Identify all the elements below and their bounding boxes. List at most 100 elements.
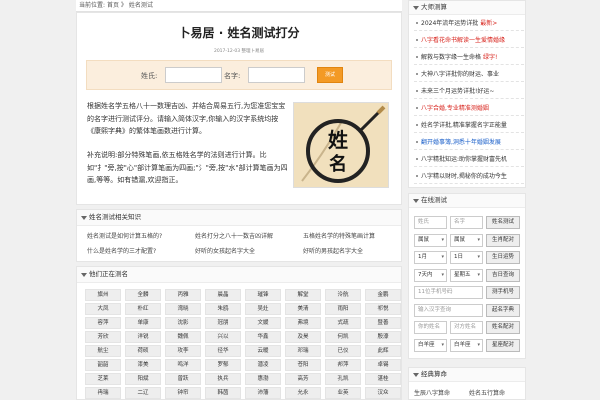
name-chip[interactable]: 芝莱 bbox=[85, 373, 121, 385]
name-chip[interactable]: 允永 bbox=[285, 387, 321, 399]
master-reading-item[interactable]: 未来三个月运势详批!好运~ bbox=[414, 85, 524, 99]
name-chip[interactable]: 全麟 bbox=[125, 289, 161, 301]
name-chip[interactable]: 苍阳 bbox=[285, 359, 321, 371]
master-reading-item[interactable]: 八字看花命书解读一生爱情婚缘 bbox=[414, 34, 524, 48]
tool-input[interactable]: 姓氏 bbox=[414, 216, 447, 229]
related-link[interactable]: 什么是姓名学的三才配置? bbox=[87, 246, 156, 255]
tool-button[interactable]: 测手机号 bbox=[486, 286, 520, 299]
name-chip[interactable]: 邦萍 bbox=[325, 359, 361, 371]
related-link[interactable]: 姓名打分之八十一数吉凶详解 bbox=[195, 231, 273, 240]
name-chip[interactable]: 航尘 bbox=[85, 345, 121, 357]
name-chip[interactable]: 璀锋 bbox=[245, 289, 281, 301]
tool-select[interactable]: 星期五 bbox=[450, 268, 483, 282]
related-link[interactable]: 好听的女孩起名字大全 bbox=[195, 246, 255, 255]
name-chip[interactable]: 容萍 bbox=[85, 317, 121, 329]
name-chip[interactable]: 旗州 bbox=[85, 289, 121, 301]
name-chip[interactable]: 洋锐 bbox=[125, 331, 161, 343]
name-chip[interactable]: 漆美 bbox=[125, 359, 161, 371]
name-chip[interactable]: 泠航 bbox=[325, 289, 361, 301]
name-chip[interactable]: 及昊 bbox=[285, 331, 321, 343]
name-chip[interactable]: 美清 bbox=[285, 303, 321, 315]
master-reading-item[interactable]: 姓名学详批,精准掌握名字正能量 bbox=[414, 119, 524, 133]
name-chip[interactable]: 径华 bbox=[205, 345, 241, 357]
name-chip[interactable]: 冉瑞 bbox=[85, 387, 121, 399]
name-chip[interactable]: 朱鸥 bbox=[205, 303, 241, 315]
tool-button[interactable]: 星座配对 bbox=[486, 338, 520, 352]
name-chip[interactable]: 丙雅 bbox=[165, 289, 201, 301]
tool-button[interactable]: 吉日查询 bbox=[486, 268, 520, 282]
tool-input[interactable]: 对方姓名 bbox=[450, 321, 483, 334]
breadcrumb-home-link[interactable]: 首页 bbox=[107, 2, 119, 9]
tool-select[interactable]: 1月 bbox=[414, 251, 447, 264]
tool-select[interactable]: 属鼠 bbox=[450, 233, 483, 247]
name-chip[interactable]: 湛桂 bbox=[365, 373, 401, 385]
name-chip[interactable]: 阳斌 bbox=[125, 373, 161, 385]
tool-select[interactable]: 7天内 bbox=[414, 268, 447, 282]
name-chip[interactable]: 罗郁 bbox=[205, 359, 241, 371]
name-chip[interactable]: 潜凌 bbox=[245, 359, 281, 371]
name-chip[interactable]: 沛藩 bbox=[245, 387, 281, 399]
name-chip[interactable]: 朴红 bbox=[125, 303, 161, 315]
tool-button[interactable]: 起名字典 bbox=[486, 303, 520, 317]
name-chip[interactable]: 文媛 bbox=[245, 317, 281, 329]
tool-select[interactable]: 白羊座 bbox=[450, 338, 483, 352]
name-chip[interactable]: 鸣洋 bbox=[165, 359, 201, 371]
name-chip[interactable]: 暨善 bbox=[365, 317, 401, 329]
name-chip[interactable]: 吴灶 bbox=[245, 303, 281, 315]
tool-button[interactable]: 生日运势 bbox=[486, 251, 520, 264]
tool-input[interactable]: 你的姓名 bbox=[414, 321, 447, 334]
name-chip[interactable]: 式疏 bbox=[325, 317, 361, 329]
name-chip[interactable]: 高芳 bbox=[285, 373, 321, 385]
name-chip[interactable]: 钟帘 bbox=[165, 387, 201, 399]
name-chip[interactable]: 湾晓 bbox=[165, 303, 201, 315]
name-chip[interactable]: 冠朋 bbox=[205, 317, 241, 329]
master-reading-item[interactable]: 翻开婚事簿,洞悉十年婚姻发展 bbox=[414, 136, 524, 150]
name-chip[interactable]: 何凯 bbox=[325, 331, 361, 343]
name-chip[interactable]: 华鑫 bbox=[245, 331, 281, 343]
name-chip[interactable]: 弗境 bbox=[285, 317, 321, 329]
tool-input[interactable]: 11位手机号码 bbox=[414, 286, 483, 299]
master-reading-item[interactable]: 八字精批知运:助你掌握财富先机 bbox=[414, 153, 524, 167]
name-chip[interactable]: 攻李 bbox=[165, 345, 201, 357]
name-chip[interactable]: 云暖 bbox=[245, 345, 281, 357]
name-chip[interactable]: 雨阳 bbox=[325, 303, 361, 315]
name-chip[interactable]: 卓锡 bbox=[365, 359, 401, 371]
name-chip[interactable]: 邓瑞 bbox=[285, 345, 321, 357]
name-chip[interactable]: 单康 bbox=[125, 317, 161, 329]
name-chip[interactable]: 惠渤 bbox=[245, 373, 281, 385]
related-link[interactable]: 姓名测试是如何计算五格的? bbox=[87, 231, 162, 240]
name-chip[interactable]: 二辽 bbox=[125, 387, 161, 399]
name-chip[interactable]: 解堂 bbox=[285, 289, 321, 301]
classic-link[interactable]: 生辰八字算命 bbox=[414, 388, 450, 397]
related-link[interactable]: 五格姓名学的特殊笔画计算 bbox=[303, 231, 375, 240]
name-chip[interactable]: 韶韶 bbox=[85, 359, 121, 371]
tool-select[interactable]: 属鼠 bbox=[414, 233, 447, 247]
surname-input[interactable] bbox=[165, 67, 222, 83]
master-reading-item[interactable]: 2024年流年运势详批 最新> bbox=[414, 17, 524, 31]
master-reading-item[interactable]: 大神八字详批你的财运、事业 bbox=[414, 68, 524, 82]
master-reading-item[interactable]: 八字合婚,专业精准测婚姻 bbox=[414, 102, 524, 116]
name-chip[interactable]: 殷濠 bbox=[365, 331, 401, 343]
name-chip[interactable]: 大凤 bbox=[85, 303, 121, 315]
related-link[interactable]: 好听的男孩起名字大全 bbox=[303, 246, 363, 255]
name-chip[interactable]: 已仪 bbox=[325, 345, 361, 357]
master-reading-item[interactable]: 解救与数字缘一生命格 绿字! bbox=[414, 51, 524, 65]
name-chip[interactable]: 执兵 bbox=[205, 373, 241, 385]
given-name-input[interactable] bbox=[248, 67, 305, 83]
name-chip[interactable]: 荷硕 bbox=[125, 345, 161, 357]
tool-input[interactable]: 输入汉字查询 bbox=[414, 303, 483, 317]
name-chip[interactable]: 孔凯 bbox=[325, 373, 361, 385]
tool-button[interactable]: 姓名配对 bbox=[486, 321, 520, 334]
name-chip[interactable]: 魏佩 bbox=[165, 331, 201, 343]
tool-button[interactable]: 姓名测试 bbox=[486, 216, 520, 229]
tool-select[interactable]: 1日 bbox=[450, 251, 483, 264]
classic-link[interactable]: 姓名五行算命 bbox=[469, 388, 505, 397]
name-chip[interactable]: 曾跃 bbox=[165, 373, 201, 385]
name-chip[interactable]: 沈影 bbox=[165, 317, 201, 329]
name-chip[interactable]: 芳欣 bbox=[85, 331, 121, 343]
name-chip[interactable]: 韩茵 bbox=[205, 387, 241, 399]
tool-button[interactable]: 生肖配对 bbox=[486, 233, 520, 247]
name-chip[interactable]: 汉众 bbox=[365, 387, 401, 399]
name-chip[interactable]: 业英 bbox=[325, 387, 361, 399]
name-chip[interactable]: 晨晶 bbox=[205, 289, 241, 301]
